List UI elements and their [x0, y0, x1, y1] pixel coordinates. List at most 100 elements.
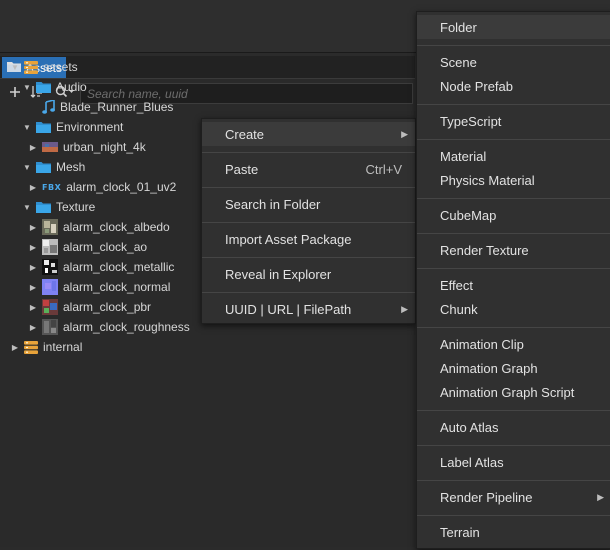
collapsed-arrow-icon[interactable]: ▶ — [28, 262, 38, 272]
menu-item-label: Animation Graph Script — [440, 384, 575, 400]
menu-item-label: UUID | URL | FilePath — [225, 301, 352, 317]
menu-item-label: Label Atlas — [440, 454, 504, 470]
tree-item-label: Mesh — [56, 160, 86, 174]
context-menu-item-reveal-in-explorer[interactable]: Reveal in Explorer — [202, 262, 415, 286]
texture-pbr-icon — [42, 299, 58, 315]
context-menu-item-paste[interactable]: Paste Ctrl+V — [202, 157, 415, 181]
music-icon — [42, 100, 55, 114]
tree-item-label: alarm_clock_normal — [63, 280, 171, 294]
menu-separator — [202, 257, 415, 258]
menu-item-label: Animation Graph — [440, 360, 538, 376]
menu-item-label: Auto Atlas — [440, 419, 499, 435]
expanded-arrow-icon[interactable]: ▼ — [10, 62, 20, 72]
create-menu-item-chunk[interactable]: Chunk — [417, 297, 610, 321]
create-menu-item-physics-material[interactable]: Physics Material — [417, 168, 610, 192]
texture-ao-icon — [42, 239, 58, 255]
fbx-icon: FBX — [42, 182, 62, 192]
create-menu-item-effect[interactable]: Effect — [417, 273, 610, 297]
tree-item-label: alarm_clock_pbr — [63, 300, 152, 314]
texture-normal-icon — [42, 279, 58, 295]
create-menu-item-typescript[interactable]: TypeScript — [417, 109, 610, 133]
tree-item-label: Blade_Runner_Blues — [60, 100, 174, 114]
create-menu-item-auto-atlas[interactable]: Auto Atlas — [417, 415, 610, 439]
tree-item-label: alarm_clock_01_uv2 — [66, 180, 177, 194]
menu-separator — [417, 139, 610, 140]
shortcut-label: Ctrl+V — [365, 161, 402, 177]
collapsed-arrow-icon[interactable]: ▶ — [10, 342, 20, 352]
texture-metallic-icon — [42, 259, 58, 275]
menu-separator — [417, 233, 610, 234]
submenu-arrow-icon: ▶ — [597, 491, 604, 502]
menu-separator — [202, 152, 415, 153]
collapsed-arrow-icon[interactable]: ▶ — [28, 222, 38, 232]
menu-item-label: Folder — [440, 19, 477, 35]
menu-separator — [202, 222, 415, 223]
expanded-arrow-icon[interactable]: ▼ — [22, 162, 32, 172]
tree-item[interactable]: ▼ Audio — [0, 77, 415, 97]
create-menu-item-animation-graph-script[interactable]: Animation Graph Script — [417, 380, 610, 404]
tree-item-label: assets — [43, 60, 78, 74]
menu-item-label: Animation Clip — [440, 336, 524, 352]
folder-icon — [36, 161, 51, 173]
tree-item-label: alarm_clock_ao — [63, 240, 148, 254]
context-menu-item-search-in-folder[interactable]: Search in Folder — [202, 192, 415, 216]
expanded-arrow-icon[interactable]: ▼ — [22, 122, 32, 132]
menu-item-label: Render Texture — [440, 242, 529, 258]
context-menu-item-create[interactable]: Create ▶ — [202, 122, 415, 146]
menu-separator — [417, 45, 610, 46]
submenu-arrow-icon: ▶ — [401, 303, 408, 314]
tree-item[interactable]: ▶ internal — [0, 337, 415, 357]
menu-item-label: Create — [225, 126, 265, 142]
collapsed-arrow-icon[interactable]: ▶ — [28, 282, 38, 292]
tree-item-label: alarm_clock_roughness — [63, 320, 190, 334]
context-menu-item-uuid-url-filepath[interactable]: UUID | URL | FilePath ▶ — [202, 297, 415, 321]
create-menu-item-material[interactable]: Material — [417, 144, 610, 168]
tree-item[interactable]: Blade_Runner_Blues — [0, 97, 415, 117]
menu-item-label: Terrain — [440, 524, 480, 540]
collapsed-arrow-icon[interactable]: ▶ — [28, 242, 38, 252]
create-menu-item-render-texture[interactable]: Render Texture — [417, 238, 610, 262]
create-menu-item-folder[interactable]: Folder — [417, 15, 610, 39]
menu-item-label: Search in Folder — [225, 196, 321, 212]
create-menu-item-scene[interactable]: Scene — [417, 50, 610, 74]
menu-item-label: Render Pipeline — [440, 489, 533, 505]
collapsed-arrow-icon[interactable]: ▶ — [28, 182, 38, 192]
menu-separator — [417, 327, 610, 328]
texture-albedo-icon — [42, 219, 58, 235]
menu-separator — [417, 515, 610, 516]
folder-icon — [36, 81, 51, 93]
menu-item-label: Node Prefab — [440, 78, 513, 94]
menu-item-label: Scene — [440, 54, 477, 70]
create-submenu: Folder Scene Node Prefab TypeScript Material… — [416, 11, 610, 549]
menu-item-label: Paste — [225, 161, 259, 177]
db-icon — [24, 60, 38, 74]
menu-separator — [417, 480, 610, 481]
create-menu-item-cubemap[interactable]: CubeMap — [417, 203, 610, 227]
collapsed-arrow-icon[interactable]: ▶ — [28, 322, 38, 332]
expanded-arrow-icon[interactable]: ▼ — [22, 82, 32, 92]
tree-item-label: Audio — [56, 80, 87, 94]
create-menu-item-render-pipeline[interactable]: Render Pipeline ▶ — [417, 485, 610, 509]
menu-item-label: Effect — [440, 277, 474, 293]
context-menu-item-import-asset-package[interactable]: Import Asset Package — [202, 227, 415, 251]
menu-separator — [417, 198, 610, 199]
menu-separator — [417, 445, 610, 446]
menu-item-label: Reveal in Explorer — [225, 266, 332, 282]
collapsed-arrow-icon[interactable]: ▶ — [28, 142, 38, 152]
menu-separator — [202, 292, 415, 293]
create-menu-item-label-atlas[interactable]: Label Atlas — [417, 450, 610, 474]
create-menu-item-animation-clip[interactable]: Animation Clip — [417, 332, 610, 356]
create-menu-item-node-prefab[interactable]: Node Prefab — [417, 74, 610, 98]
tree-item-label: internal — [43, 340, 83, 354]
collapsed-arrow-icon[interactable]: ▶ — [28, 302, 38, 312]
tree-item-label: urban_night_4k — [63, 140, 146, 154]
menu-separator — [417, 104, 610, 105]
menu-item-label: Import Asset Package — [225, 231, 352, 247]
tree-item[interactable]: ▼ assets — [0, 57, 415, 77]
expanded-arrow-icon[interactable]: ▼ — [22, 202, 32, 212]
create-menu-item-animation-graph[interactable]: Animation Graph — [417, 356, 610, 380]
menu-item-label: CubeMap — [440, 207, 497, 223]
create-menu-item-terrain[interactable]: Terrain — [417, 520, 610, 544]
tree-item-label: alarm_clock_albedo — [63, 220, 170, 234]
folder-icon — [36, 121, 51, 133]
